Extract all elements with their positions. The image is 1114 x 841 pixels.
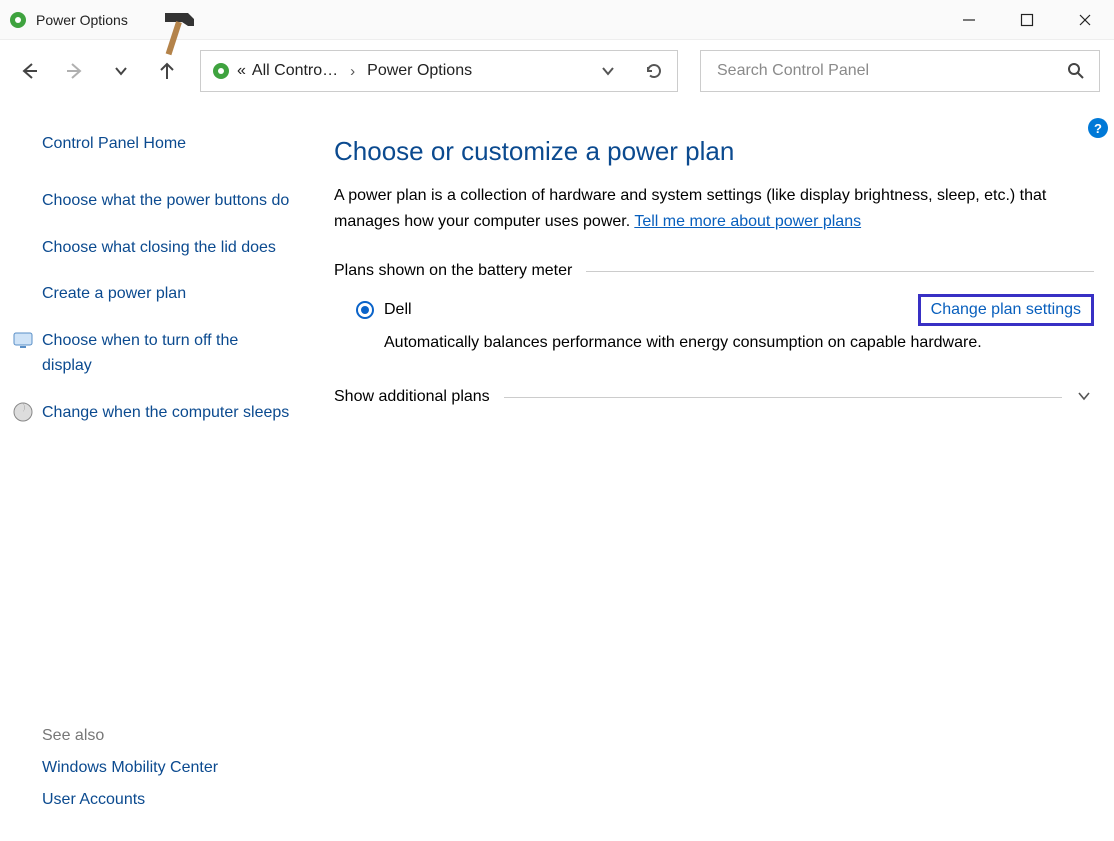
plans-section-header: Plans shown on the battery meter	[334, 262, 1094, 280]
help-icon[interactable]: ?	[1088, 118, 1108, 138]
back-button[interactable]	[18, 60, 40, 82]
breadcrumb-separator-icon: ›	[350, 63, 355, 80]
tell-me-more-link[interactable]: Tell me more about power plans	[634, 213, 861, 230]
maximize-button[interactable]	[998, 0, 1056, 40]
window-title: Power Options	[36, 12, 128, 28]
recent-dropdown[interactable]	[110, 60, 132, 82]
sidebar-link-power-buttons[interactable]: Choose what the power buttons do	[42, 189, 292, 214]
sidebar-link-create-plan[interactable]: Create a power plan	[42, 282, 292, 307]
sidebar-item-label: Choose when to turn off the display	[42, 332, 238, 374]
power-options-icon	[211, 61, 231, 81]
sidebar-link-closing-lid[interactable]: Choose what closing the lid does	[42, 236, 292, 261]
minimize-button[interactable]	[940, 0, 998, 40]
sidebar-link-turn-off-display[interactable]: Choose when to turn off the display	[42, 329, 292, 379]
page-description: A power plan is a collection of hardware…	[334, 183, 1094, 234]
see-also-section: See also Windows Mobility Center User Ac…	[42, 727, 218, 823]
up-button[interactable]	[156, 60, 178, 82]
sleep-icon	[12, 401, 34, 423]
forward-button[interactable]	[64, 60, 86, 82]
see-also-mobility-center[interactable]: Windows Mobility Center	[42, 759, 218, 777]
control-panel-home-link[interactable]: Control Panel Home	[42, 132, 292, 157]
sidebar-link-computer-sleeps[interactable]: Change when the computer sleeps	[42, 401, 292, 426]
search-input[interactable]	[715, 61, 1067, 81]
main-panel: Choose or customize a power plan A power…	[320, 102, 1114, 448]
hammer-cursor-icon	[160, 8, 210, 58]
breadcrumb-prefix: «	[237, 62, 246, 80]
chevron-down-icon	[1076, 388, 1094, 406]
sidebar: Control Panel Home Choose what the power…	[0, 102, 320, 448]
search-icon[interactable]	[1067, 62, 1085, 80]
breadcrumb-part2[interactable]: Power Options	[367, 62, 472, 80]
display-icon	[12, 329, 34, 351]
power-options-app-icon	[8, 10, 28, 30]
additional-plans-header[interactable]: Show additional plans	[334, 388, 1094, 406]
sidebar-item-label: Change when the computer sleeps	[42, 404, 289, 421]
search-box[interactable]	[700, 50, 1100, 92]
plan-radio-dell[interactable]	[356, 301, 374, 319]
plan-name: Dell	[384, 301, 412, 319]
see-also-user-accounts[interactable]: User Accounts	[42, 791, 218, 809]
power-plan-row: Dell Change plan settings Automatically …	[334, 294, 1094, 352]
plan-description: Automatically balances performance with …	[384, 334, 1094, 352]
address-bar[interactable]: « All Contro… › Power Options	[200, 50, 678, 92]
refresh-button[interactable]	[641, 58, 667, 84]
address-dropdown[interactable]	[595, 58, 621, 84]
see-also-header: See also	[42, 727, 218, 745]
page-title: Choose or customize a power plan	[334, 136, 1094, 167]
close-button[interactable]	[1056, 0, 1114, 40]
change-plan-settings-link[interactable]: Change plan settings	[918, 294, 1094, 326]
breadcrumb-part1[interactable]: All Contro…	[252, 62, 338, 80]
